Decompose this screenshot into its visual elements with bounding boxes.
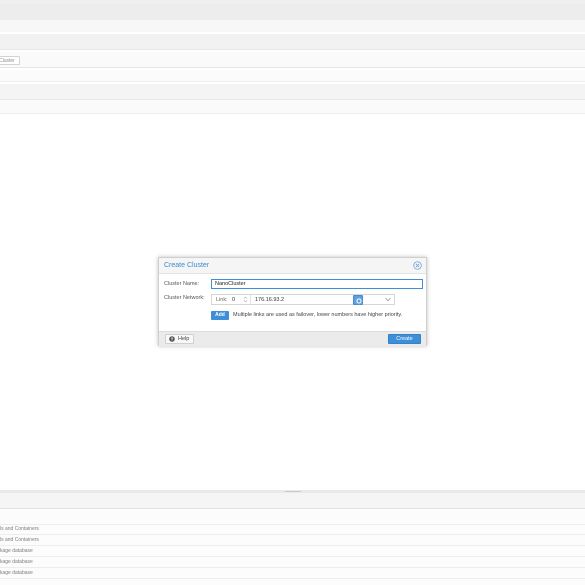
add-link-button[interactable]: Add [211,311,229,320]
dialog-footer: ? Help Create [159,331,426,346]
link-label: Link: [216,297,228,303]
link-row: Link: 0 176.16.93.2 [211,294,395,305]
cluster-name-input[interactable]: NanoCluster [211,279,423,289]
cluster-network-label: Cluster Network: [164,295,205,301]
help-icon: ? [169,336,175,342]
link-address-value: 176.16.93.2 [255,297,285,303]
link-info-text: Multiple links are used as failover, low… [233,312,403,318]
link-number-field[interactable]: 0 [231,295,251,304]
cluster-name-label: Cluster Name: [164,281,200,287]
create-button[interactable]: Create [388,334,421,344]
link-address-select[interactable]: 176.16.93.2 [253,295,394,304]
create-cluster-dialog: Create Cluster Cluster Name: NanoCluster… [158,257,427,346]
svg-text:?: ? [171,337,174,342]
link-settings-button[interactable] [353,295,363,305]
dialog-header: Create Cluster [159,258,426,274]
dialog-title: Create Cluster [164,262,210,269]
spinner-icon[interactable] [243,296,248,303]
gear-icon [355,297,362,304]
link-number-value: 0 [232,297,236,303]
chevron-down-icon[interactable] [385,297,391,302]
close-icon[interactable] [413,261,422,270]
help-button[interactable]: ? Help [165,334,194,344]
help-label: Help [178,336,190,342]
